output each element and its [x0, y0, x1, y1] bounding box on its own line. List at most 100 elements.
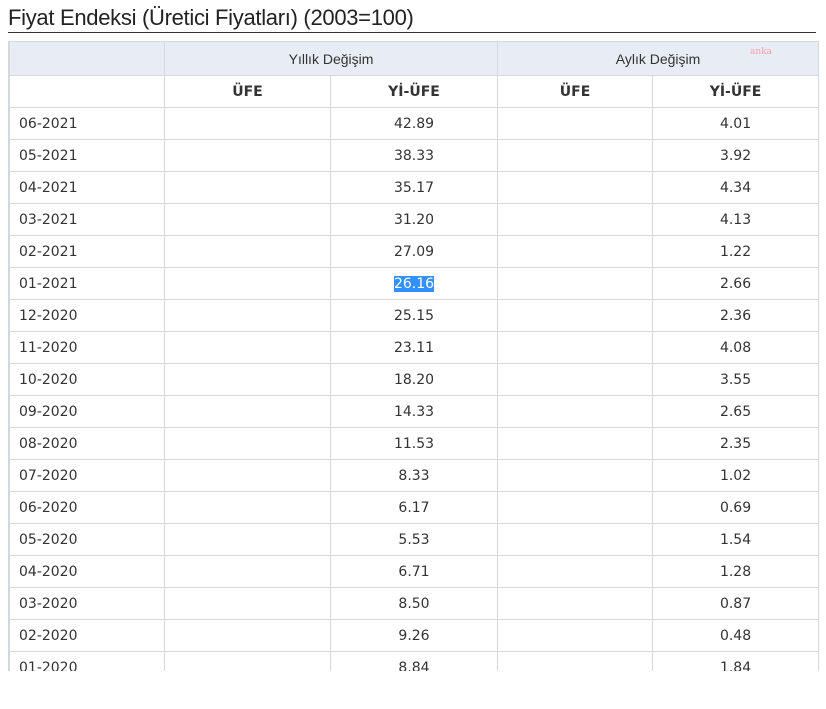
annual-ufe-cell — [164, 203, 331, 236]
annual-yiufe-cell: 25.15 — [329, 299, 499, 332]
monthly-yiufe-cell: 3.92 — [652, 139, 818, 172]
annual-ufe-cell — [164, 523, 331, 556]
annual-yiufe-cell: 23.11 — [329, 331, 499, 364]
selected-text[interactable]: 26.16 — [393, 275, 435, 292]
monthly-yiufe-cell: 2.35 — [652, 427, 818, 460]
monthly-yiufe-cell: 4.34 — [652, 171, 818, 204]
table-row: 02-2020 9.26 0.48 — [9, 619, 818, 652]
annual-yiufe-cell: 8.33 — [329, 459, 499, 492]
watermark-logo: anka — [750, 47, 773, 57]
date-cell: 04-2020 — [9, 555, 165, 588]
date-cell: 03-2021 — [9, 203, 165, 236]
annual-yiufe-cell: 8.50 — [329, 587, 499, 620]
monthly-yiufe-cell: 2.66 — [652, 267, 818, 300]
monthly-yiufe-cell: 2.36 — [652, 299, 818, 332]
sub-header-blank — [9, 75, 165, 108]
table-row: 02-2021 27.09 1.22 — [9, 235, 818, 268]
annual-yiufe-cell: 8.84 — [329, 651, 499, 671]
page-title: Fiyat Endeksi (Üretici Fiyatları) (2003=… — [8, 4, 816, 33]
annual-ufe-cell — [164, 651, 331, 671]
table-row: 03-2021 31.20 4.13 — [9, 203, 818, 236]
table-row: 08-2020 11.53 2.35 — [9, 427, 818, 460]
monthly-ufe-cell — [497, 235, 654, 268]
annual-yiufe-cell: 18.20 — [329, 363, 499, 396]
monthly-ufe-cell — [497, 427, 654, 460]
monthly-yiufe-cell: 0.48 — [652, 619, 818, 652]
table-row: 07-2020 8.33 1.02 — [9, 459, 818, 492]
annual-ufe-cell — [164, 171, 331, 204]
date-cell: 10-2020 — [9, 363, 165, 396]
date-cell: 01-2021 — [9, 267, 165, 300]
price-index-table-container[interactable]: Yıllık Değişim Aylık Değişim anka ÜFE Yİ… — [8, 41, 819, 671]
annual-ufe-cell — [164, 235, 331, 268]
annual-yiufe-cell: 38.33 — [329, 139, 499, 172]
group-header-row: Yıllık Değişim Aylık Değişim anka — [9, 41, 818, 76]
table-row: 04-2020 6.71 1.28 — [9, 555, 818, 588]
monthly-ufe-cell — [497, 395, 654, 428]
monthly-ufe-cell — [497, 267, 654, 300]
annual-ufe-cell — [164, 299, 331, 332]
annual-yiufe-cell: 42.89 — [329, 107, 499, 140]
table-row: 12-2020 25.15 2.36 — [9, 299, 818, 332]
monthly-ufe-cell — [497, 363, 654, 396]
table-row: 05-2021 38.33 3.92 — [9, 139, 818, 172]
monthly-yiufe-cell: 1.54 — [652, 523, 818, 556]
monthly-yiufe-cell: 2.65 — [652, 395, 818, 428]
monthly-yiufe-cell: 0.69 — [652, 491, 818, 524]
monthly-yiufe-cell: 3.55 — [652, 363, 818, 396]
monthly-yiufe-cell: 1.22 — [652, 235, 818, 268]
sub-header-row: ÜFE Yİ-ÜFE ÜFE Yİ-ÜFE — [9, 75, 818, 108]
date-cell: 06-2021 — [9, 107, 165, 140]
monthly-ufe-cell — [497, 331, 654, 364]
table-row: 01-2020 8.84 1.84 — [9, 651, 818, 671]
table-row: 06-2020 6.17 0.69 — [9, 491, 818, 524]
date-cell: 12-2020 — [9, 299, 165, 332]
annual-ufe-cell — [164, 459, 331, 492]
sub-header-annual-yiufe: Yİ-ÜFE — [329, 75, 499, 108]
group-header-blank — [9, 41, 165, 76]
annual-ufe-cell — [164, 491, 331, 524]
annual-yiufe-cell: 11.53 — [329, 427, 499, 460]
annual-ufe-cell — [164, 395, 331, 428]
sub-header-annual-ufe: ÜFE — [164, 75, 331, 108]
monthly-yiufe-cell: 1.84 — [652, 651, 818, 671]
table-row: 09-2020 14.33 2.65 — [9, 395, 818, 428]
monthly-ufe-cell — [497, 459, 654, 492]
date-cell: 02-2021 — [9, 235, 165, 268]
group-header-annual-change: Yıllık Değişim — [163, 41, 499, 76]
group-header-monthly-change: Aylık Değişim anka — [497, 41, 818, 76]
annual-ufe-cell — [164, 139, 331, 172]
monthly-ufe-cell — [497, 171, 654, 204]
table-body: 06-2021 42.89 4.01 05-2021 38.33 3.92 04-2021 3… — [9, 107, 818, 671]
monthly-yiufe-cell: 4.08 — [652, 331, 818, 364]
date-cell: 05-2020 — [9, 523, 165, 556]
date-cell: 03-2020 — [9, 587, 165, 620]
monthly-ufe-cell — [497, 587, 654, 620]
monthly-ufe-cell — [497, 491, 654, 524]
table-row: 03-2020 8.50 0.87 — [9, 587, 818, 620]
date-cell: 07-2020 — [9, 459, 165, 492]
annual-yiufe-cell: 27.09 — [329, 235, 499, 268]
annual-ufe-cell — [164, 267, 331, 300]
monthly-ufe-cell — [497, 139, 654, 172]
date-cell: 01-2020 — [9, 651, 165, 671]
date-cell: 02-2020 — [9, 619, 165, 652]
annual-ufe-cell — [164, 331, 331, 364]
monthly-yiufe-cell: 4.13 — [652, 203, 818, 236]
monthly-ufe-cell — [497, 619, 654, 652]
table-row: 10-2020 18.20 3.55 — [9, 363, 818, 396]
annual-yiufe-cell: 5.53 — [329, 523, 499, 556]
annual-yiufe-cell: 9.26 — [329, 619, 499, 652]
monthly-yiufe-cell: 1.28 — [652, 555, 818, 588]
annual-yiufe-cell: 31.20 — [329, 203, 499, 236]
monthly-yiufe-cell: 4.01 — [652, 107, 818, 140]
annual-ufe-cell — [164, 363, 331, 396]
table-row: 11-2020 23.11 4.08 — [9, 331, 818, 364]
monthly-ufe-cell — [497, 299, 654, 332]
table-row: 01-2021 26.16 2.66 — [9, 267, 818, 300]
group-header-monthly-label: Aylık Değişim — [615, 50, 701, 67]
annual-yiufe-cell: 14.33 — [329, 395, 499, 428]
annual-ufe-cell — [164, 587, 331, 620]
annual-yiufe-cell: 26.16 — [329, 267, 499, 300]
monthly-ufe-cell — [497, 107, 654, 140]
